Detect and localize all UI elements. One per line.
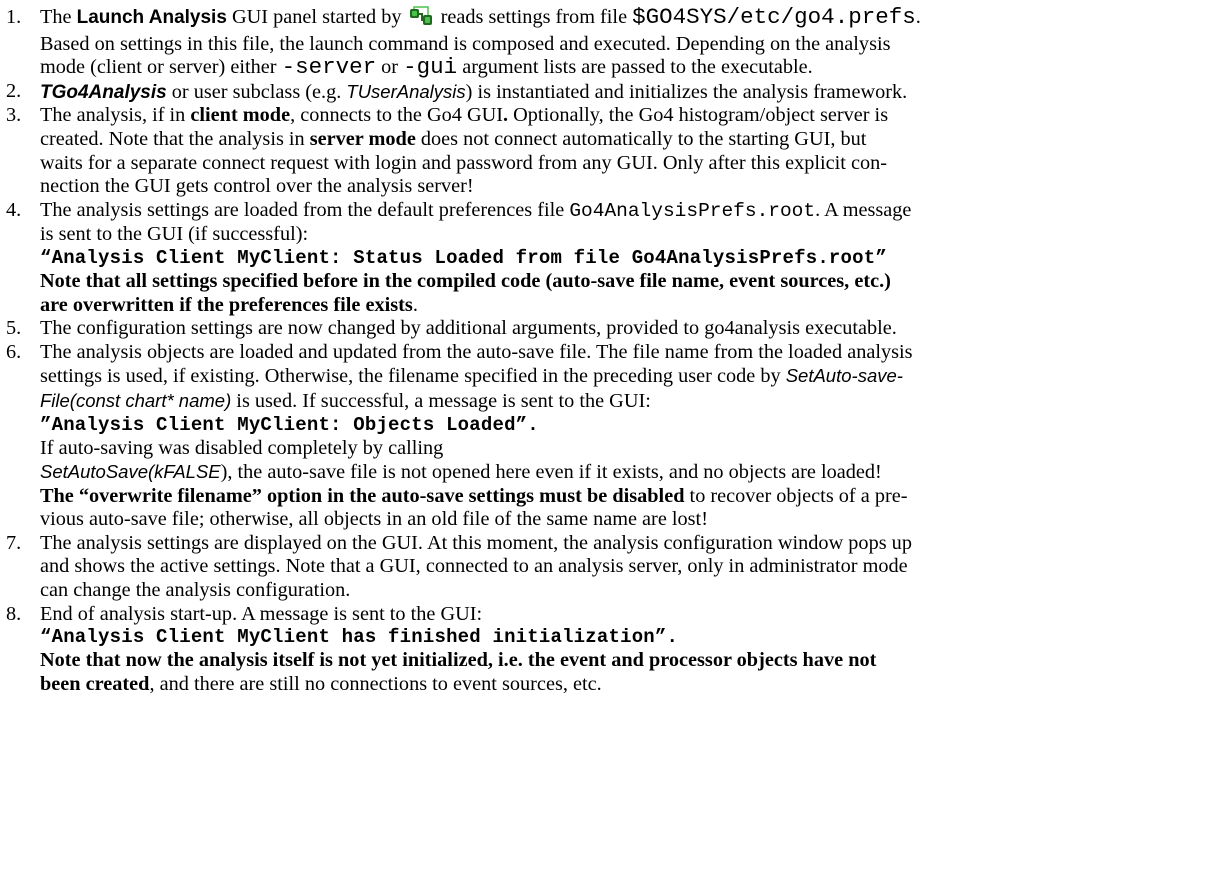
item-line: SetAutoSave(kFALSE), the auto-save file … [40, 461, 882, 484]
item-line: settings is used, if existing. Otherwise… [40, 365, 903, 388]
item-number: 5. [6, 317, 22, 340]
item-line: The analysis objects are loaded and upda… [40, 340, 913, 363]
item-line: Based on settings in this file, the laun… [40, 32, 891, 55]
item-line: can change the analysis configuration. [40, 579, 351, 602]
item-number: 2. [6, 79, 22, 102]
method-name: SetAutoSave(kFALSE [40, 461, 221, 483]
item-number: 6. [6, 340, 22, 363]
item-line: The Launch Analysis GUI panel started by… [40, 4, 1213, 33]
item-line: The analysis settings are loaded from th… [40, 198, 912, 222]
gui-message: ”Analysis Client MyClient: Objects Loade… [40, 413, 539, 436]
item-line: created. Note that the analysis in serve… [40, 127, 867, 150]
item-number: 1. [6, 6, 22, 28]
item-line: Note that now the analysis itself is not… [40, 649, 877, 672]
gui-message: “Analysis Client MyClient: Status Loaded… [40, 246, 887, 269]
item-line: The configuration settings are now chang… [40, 317, 897, 340]
launch-analysis-icon [409, 6, 433, 33]
item-line: End of analysis start-up. A message is s… [40, 602, 483, 625]
item-line: TGo4Analysis or user subclass (e.g. TUse… [40, 80, 908, 103]
list-item: 5. The configuration settings are now ch… [0, 317, 1221, 341]
item-line: mode (client or server) either -server o… [40, 54, 813, 81]
list-item: 7. The analysis settings are displayed o… [0, 532, 1221, 603]
item-line: Note that all settings specified before … [40, 269, 891, 292]
item-number: 8. [6, 602, 22, 625]
list-item: 1. The Launch Analysis GUI panel started… [0, 4, 1221, 81]
item-line: If auto-saving was disabled completely b… [40, 436, 444, 459]
item-line: The “overwrite filename” option in the a… [40, 484, 908, 507]
item-line: vious auto-save file; otherwise, all obj… [40, 508, 708, 531]
item-line: nection the GUI gets control over the an… [40, 175, 474, 198]
list-item: 8. End of analysis start-up. A message i… [0, 603, 1221, 697]
item-number: 4. [6, 198, 22, 221]
item-line: File(const chart* name) is used. If succ… [40, 389, 651, 412]
gui-message: “Analysis Client MyClient has finished i… [40, 626, 679, 649]
item-line: been created, and there are still no con… [40, 672, 602, 695]
item-number: 7. [6, 531, 22, 554]
class-name: TUserAnalysis [346, 80, 466, 102]
server-arg: -server [281, 54, 377, 81]
item-line: and shows the active settings. Note that… [40, 555, 908, 578]
prefs-file-name: Go4AnalysisPrefs.root [569, 199, 816, 222]
list-item: 3. The analysis, if in client mode, conn… [0, 104, 1221, 198]
item-number: 3. [6, 104, 22, 127]
list-item: 2. TGo4Analysis or user subclass (e.g. T… [0, 80, 1221, 105]
list-item: 4. The analysis settings are loaded from… [0, 199, 1221, 317]
list-item: 6. The analysis objects are loaded and u… [0, 341, 1221, 532]
gui-arg: -gui [403, 54, 458, 81]
launch-analysis-label: Launch Analysis [76, 7, 227, 28]
prefs-path: $GO4SYS/etc/go4.prefs [632, 4, 916, 30]
item-line: are overwritten if the preferences file … [40, 293, 418, 316]
item-line: is sent to the GUI (if successful): [40, 223, 309, 246]
class-name: TGo4Analysis [40, 81, 167, 103]
item-line: The analysis, if in client mode, connect… [40, 104, 889, 127]
method-name: File(const chart* name) [40, 389, 232, 411]
method-name: SetAuto-save- [785, 365, 903, 387]
item-line: waits for a separate connect request wit… [40, 151, 888, 174]
document-body: 1. The Launch Analysis GUI panel started… [0, 4, 1221, 697]
item-line: The analysis settings are displayed on t… [40, 531, 912, 554]
